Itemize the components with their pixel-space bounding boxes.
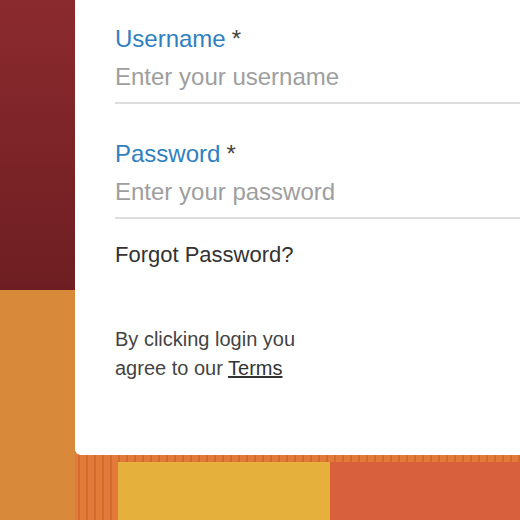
label-text: Username [115, 24, 226, 54]
label-text: Password [115, 139, 220, 169]
login-page: Username*Password*Forgot Password?By cli… [0, 0, 520, 520]
required-mark: * [226, 139, 235, 169]
form-field: Username* [115, 24, 520, 104]
required-mark: * [232, 24, 241, 54]
text-input[interactable] [115, 169, 520, 219]
forgot-password-link[interactable]: Forgot Password? [115, 241, 520, 269]
login-card: Username*Password*Forgot Password?By cli… [75, 0, 520, 455]
field-label: Password* [115, 139, 520, 169]
text-input[interactable] [115, 54, 520, 104]
terms-link[interactable]: Terms [228, 357, 282, 379]
form-field: Password* [115, 139, 520, 219]
field-label: Username* [115, 24, 520, 54]
terms-notice: By clicking login you agree to our Terms [115, 325, 345, 383]
